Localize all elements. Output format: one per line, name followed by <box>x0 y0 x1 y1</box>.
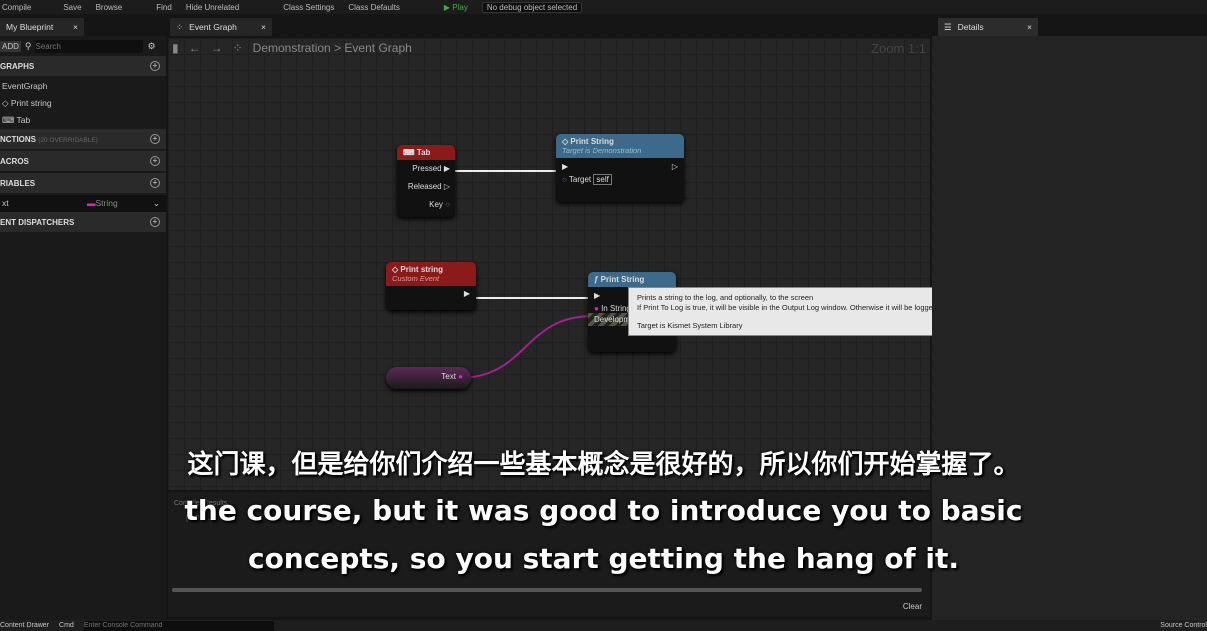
subtitle-chinese: 这门课，但是给你们介绍一些基本概念是很好的，所以你们开始掌握了。 <box>187 450 1020 480</box>
section-label: RIABLES <box>0 178 36 188</box>
subtitle-english-line1: the course, but it was good to introduce… <box>184 494 1023 527</box>
string-wire <box>457 315 594 379</box>
add-dispatcher-icon[interactable]: + <box>150 217 160 227</box>
section-functions[interactable]: NCTIONS (20 OVERRIDABLE) + <box>0 129 166 149</box>
compile-button[interactable]: Compile <box>2 3 31 12</box>
in-string-pin[interactable]: ● <box>594 304 599 313</box>
graph-item-print-string[interactable]: ◇ Print string <box>0 95 166 112</box>
variable-item[interactable]: xt ▬ String ⌄ <box>0 195 166 212</box>
graph-item-tab[interactable]: ⌨ Tab <box>0 112 166 129</box>
pin-label: Target <box>568 175 592 184</box>
console-command-input[interactable] <box>83 620 274 631</box>
section-label: NCTIONS <box>0 134 36 144</box>
graph-item-eventgraph[interactable]: EventGraph <box>0 78 166 95</box>
section-label: GRAPHS <box>0 61 35 71</box>
add-button[interactable]: ADD <box>0 40 21 52</box>
horizontal-scrollbar[interactable] <box>172 588 922 592</box>
variable-type: String <box>95 198 118 208</box>
tab-key-node[interactable]: ⌨ Tab Pressed ▶ Released ▷ Key ○ <box>397 145 455 217</box>
search-icon: ⚲ <box>24 40 32 51</box>
print-string-target-node[interactable]: ◇ Print String Target is Demonstration ▶ ▷… <box>556 134 684 202</box>
wires <box>443 170 594 379</box>
graph-icon: ⁘ <box>176 21 184 32</box>
node-title: Print String <box>600 275 645 284</box>
tab-label: Event Graph <box>189 22 237 32</box>
section-note: (20 OVERRIDABLE) <box>38 136 98 144</box>
class-settings-button[interactable]: Class Settings <box>283 3 334 12</box>
self-value: self <box>593 174 612 185</box>
close-icon[interactable]: × <box>1027 22 1032 32</box>
add-variable-icon[interactable]: + <box>150 178 160 188</box>
node-title: Print string <box>400 265 444 274</box>
hide-unrelated-button[interactable]: Hide Unrelated <box>186 3 239 12</box>
debug-object-select[interactable]: No debug object selected <box>481 1 583 13</box>
tab-event-graph[interactable]: ⁘ Event Graph × <box>170 18 272 36</box>
function-icon: ƒ <box>594 275 601 284</box>
keyboard-icon: ⌨ <box>403 148 417 157</box>
section-variables[interactable]: RIABLES + <box>0 173 166 193</box>
pin-pressed[interactable]: Pressed ▶ <box>397 160 450 178</box>
clear-button[interactable]: Clear <box>903 602 922 611</box>
main-toolbar: Compile Save Browse Find Hide Unrelated … <box>0 0 1207 14</box>
add-macro-icon[interactable]: + <box>150 156 160 166</box>
variable-label: Text <box>441 372 456 381</box>
cmd-button[interactable]: Cmd <box>59 622 74 629</box>
status-bar: Content Drawer Cmd Source Control <box>0 620 1207 631</box>
chevron-down-icon[interactable]: ⌄ <box>153 195 160 212</box>
custom-event-node[interactable]: ◇ Print string Custom Event ▶ <box>386 262 476 310</box>
node-title: Tab <box>416 148 431 157</box>
target-pin[interactable]: ○ <box>562 175 567 184</box>
my-blueprint-panel: ADD ⚲ ⚙ GRAPHS + EventGraph ◇ Print strin… <box>0 36 166 620</box>
add-function-icon[interactable]: + <box>150 134 160 144</box>
node-subtitle: Target is Demonstration <box>562 146 642 155</box>
tab-label: My Blueprint <box>6 22 54 32</box>
node-title: Print String <box>570 137 614 146</box>
exec-out-pin[interactable]: ▶ <box>386 286 476 301</box>
close-icon[interactable]: × <box>73 22 78 32</box>
event-icon: ◇ <box>2 98 9 108</box>
section-graphs[interactable]: GRAPHS + <box>0 56 166 76</box>
section-label: ACROS <box>0 156 29 166</box>
exec-out-pin[interactable]: ▷ <box>672 162 678 171</box>
pin-key[interactable]: Key ○ <box>397 196 450 214</box>
event-graph-canvas[interactable]: ▮ ← → ⁘ Demonstration > Event Graph Zoom… <box>168 38 930 490</box>
pin-released[interactable]: Released ▷ <box>397 178 450 196</box>
tab-label: Details <box>957 22 984 32</box>
close-icon[interactable]: × <box>261 22 266 32</box>
string-type-icon: ▬ <box>87 198 96 208</box>
search-input[interactable] <box>35 39 144 53</box>
browse-button[interactable]: Browse <box>96 3 123 12</box>
pin-label: In String <box>601 304 631 313</box>
content-drawer-button[interactable]: Content Drawer <box>0 622 49 629</box>
section-label: ENT DISPATCHERS <box>0 217 75 227</box>
tab-my-blueprint[interactable]: My Blueprint × <box>0 18 84 36</box>
gear-icon[interactable]: ⚙ <box>147 41 155 52</box>
add-graph-icon[interactable]: + <box>150 61 160 71</box>
subtitle-english-line2: concepts, so you start getting the hang … <box>247 542 960 575</box>
text-variable-node[interactable]: Text ● <box>386 367 471 389</box>
section-macros[interactable]: ACROS + <box>0 151 166 171</box>
details-icon: ☰ <box>944 21 952 32</box>
find-button[interactable]: Find <box>156 3 172 12</box>
key-icon: ⌨ <box>2 115 15 125</box>
exec-in-pin[interactable]: ▶ <box>562 162 568 171</box>
node-subtitle: Custom Event <box>392 274 440 283</box>
class-defaults-button[interactable]: Class Defaults <box>348 3 400 12</box>
variable-name: xt <box>2 198 9 208</box>
string-pin[interactable]: ● <box>458 372 463 381</box>
tab-details[interactable]: ☰ Details × <box>938 18 1038 36</box>
section-event-dispatchers[interactable]: ENT DISPATCHERS + <box>0 212 166 232</box>
save-button[interactable]: Save <box>63 3 81 12</box>
play-button[interactable]: ▶ Play <box>444 3 468 12</box>
source-control-button[interactable]: Source Control <box>1160 622 1207 629</box>
details-panel <box>932 36 1207 620</box>
